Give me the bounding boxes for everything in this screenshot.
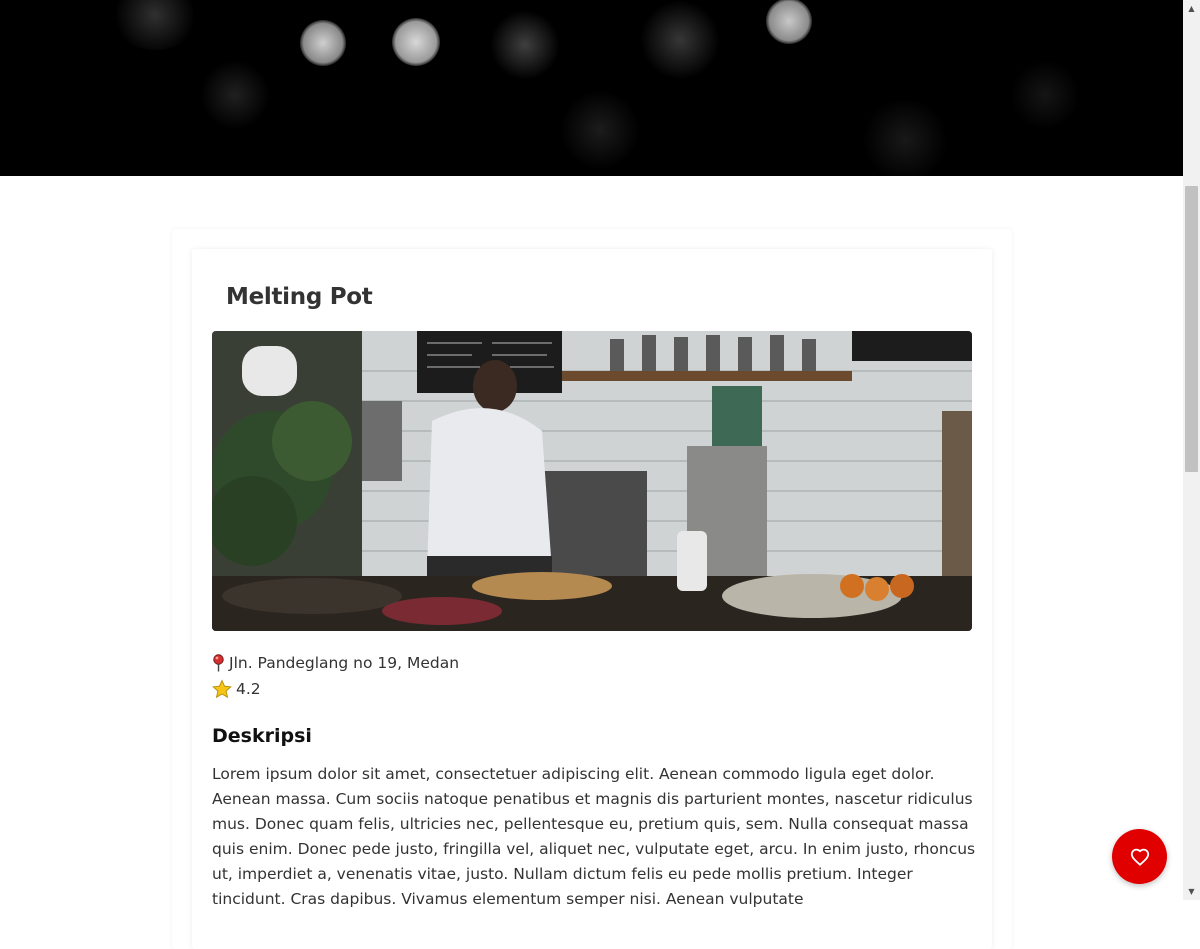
restaurant-rating: 4.2 (212, 679, 261, 699)
hero-bokeh (860, 100, 950, 176)
hero-bokeh (560, 90, 640, 170)
hero-bokeh (110, 0, 200, 50)
hero-bokeh (200, 60, 270, 130)
cafe-photo-illustration (212, 331, 972, 631)
rating-value: 4.2 (236, 680, 261, 698)
heart-outline-icon (1130, 848, 1149, 866)
restaurant-address: Jln. Pandeglang no 19, Medan (212, 654, 459, 672)
restaurant-name: Melting Pot (226, 284, 373, 310)
address-text: Jln. Pandeglang no 19, Medan (229, 654, 460, 672)
hero-bokeh (640, 0, 720, 80)
vertical-scrollbar[interactable]: ▲ ▼ (1183, 0, 1200, 900)
hero-bokeh (1010, 60, 1080, 130)
scroll-down-arrow-icon[interactable]: ▼ (1183, 883, 1200, 900)
scrollbar-thumb[interactable] (1185, 186, 1198, 472)
favorite-button[interactable] (1112, 829, 1167, 884)
hero-banner (0, 0, 1183, 176)
hero-bokeh (392, 18, 440, 66)
hero-bokeh (490, 10, 560, 80)
pin-icon (213, 654, 224, 672)
scroll-up-arrow-icon[interactable]: ▲ (1183, 0, 1200, 17)
description-heading: Deskripsi (212, 725, 312, 747)
hero-bokeh (766, 0, 812, 44)
restaurant-image (212, 331, 972, 631)
star-icon (212, 679, 232, 699)
hero-bokeh (300, 20, 346, 66)
description-text: Lorem ipsum dolor sit amet, consectetuer… (212, 765, 976, 908)
